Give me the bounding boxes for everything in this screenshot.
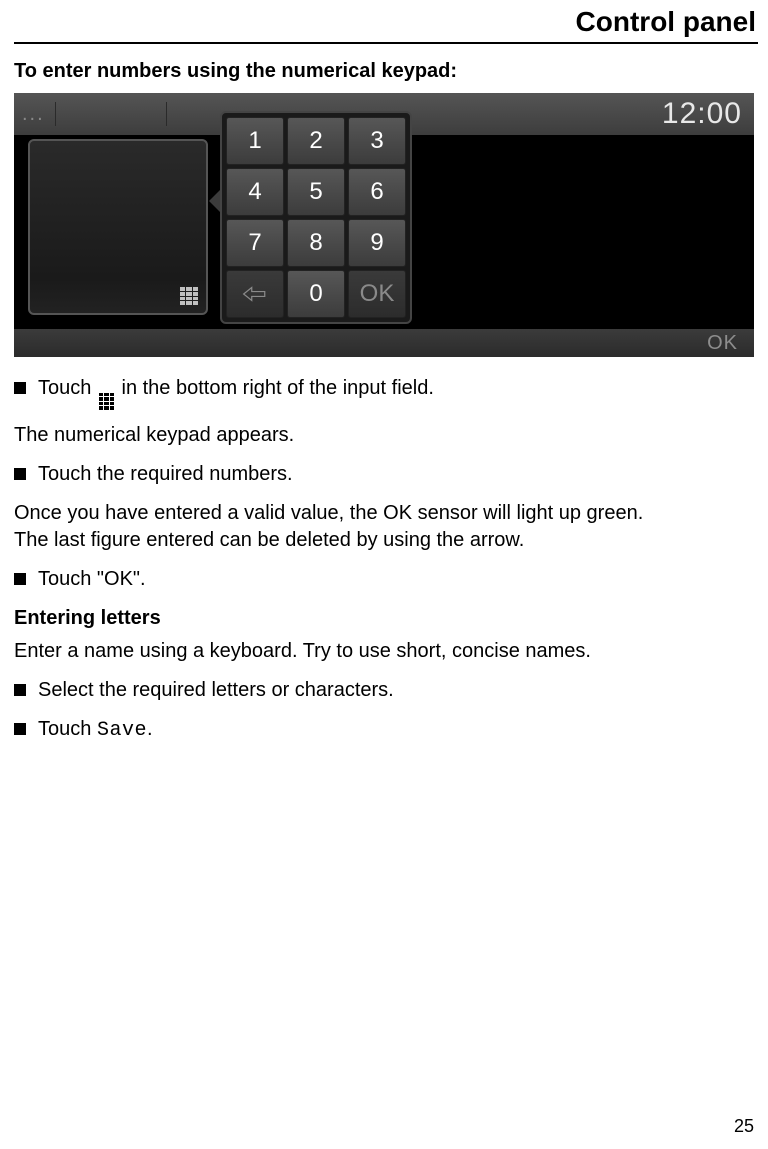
key-7[interactable]: 7 [226,219,284,267]
page-title: Control panel [14,6,758,44]
input-field[interactable] [28,139,208,315]
instruction-step: Touch "OK". [14,566,758,593]
key-0[interactable]: 0 [287,270,345,318]
step-text: Touch [38,718,97,740]
key-8[interactable]: 8 [287,219,345,267]
key-9[interactable]: 9 [348,219,406,267]
panel-footer: OK [14,329,754,357]
backspace-arrow-icon [242,284,268,304]
page-number: 25 [734,1116,754,1137]
paragraph: Enter a name using a keyboard. Try to us… [14,638,758,665]
numeric-keypad: 1 2 3 4 5 6 7 8 9 0 OK [220,111,412,324]
paragraph: Once you have entered a valid value, the… [14,500,758,554]
key-1[interactable]: 1 [226,117,284,165]
keypad-toggle-icon[interactable] [180,287,198,305]
section-heading: To enter numbers using the numerical key… [14,60,758,83]
step-text: in the bottom right of the input field. [116,377,434,399]
subsection-heading: Entering letters [14,607,758,630]
key-backspace[interactable] [226,270,284,318]
key-4[interactable]: 4 [226,168,284,216]
paragraph: The numerical keypad appears. [14,422,758,449]
ui-label-save: Save [97,719,147,742]
clock: 12:00 [662,97,742,131]
key-ok[interactable]: OK [348,270,406,318]
divider [55,102,56,126]
divider [166,102,167,126]
menu-dots-icon: ... [22,103,45,126]
instruction-step: Touch Save. [14,716,758,744]
key-3[interactable]: 3 [348,117,406,165]
key-6[interactable]: 6 [348,168,406,216]
device-panel: ... 12:00 1 2 3 4 5 6 7 8 9 [14,93,754,357]
instruction-step: Select the required letters or character… [14,677,758,704]
key-5[interactable]: 5 [287,168,345,216]
instruction-step: Touch the required numbers. [14,461,758,488]
keypad-grid-icon [99,393,114,410]
step-text: Touch [38,377,97,399]
footer-ok-label[interactable]: OK [707,332,738,355]
key-2[interactable]: 2 [287,117,345,165]
instruction-step: Touch in the bottom right of the input f… [14,375,758,410]
step-text: . [147,718,153,740]
